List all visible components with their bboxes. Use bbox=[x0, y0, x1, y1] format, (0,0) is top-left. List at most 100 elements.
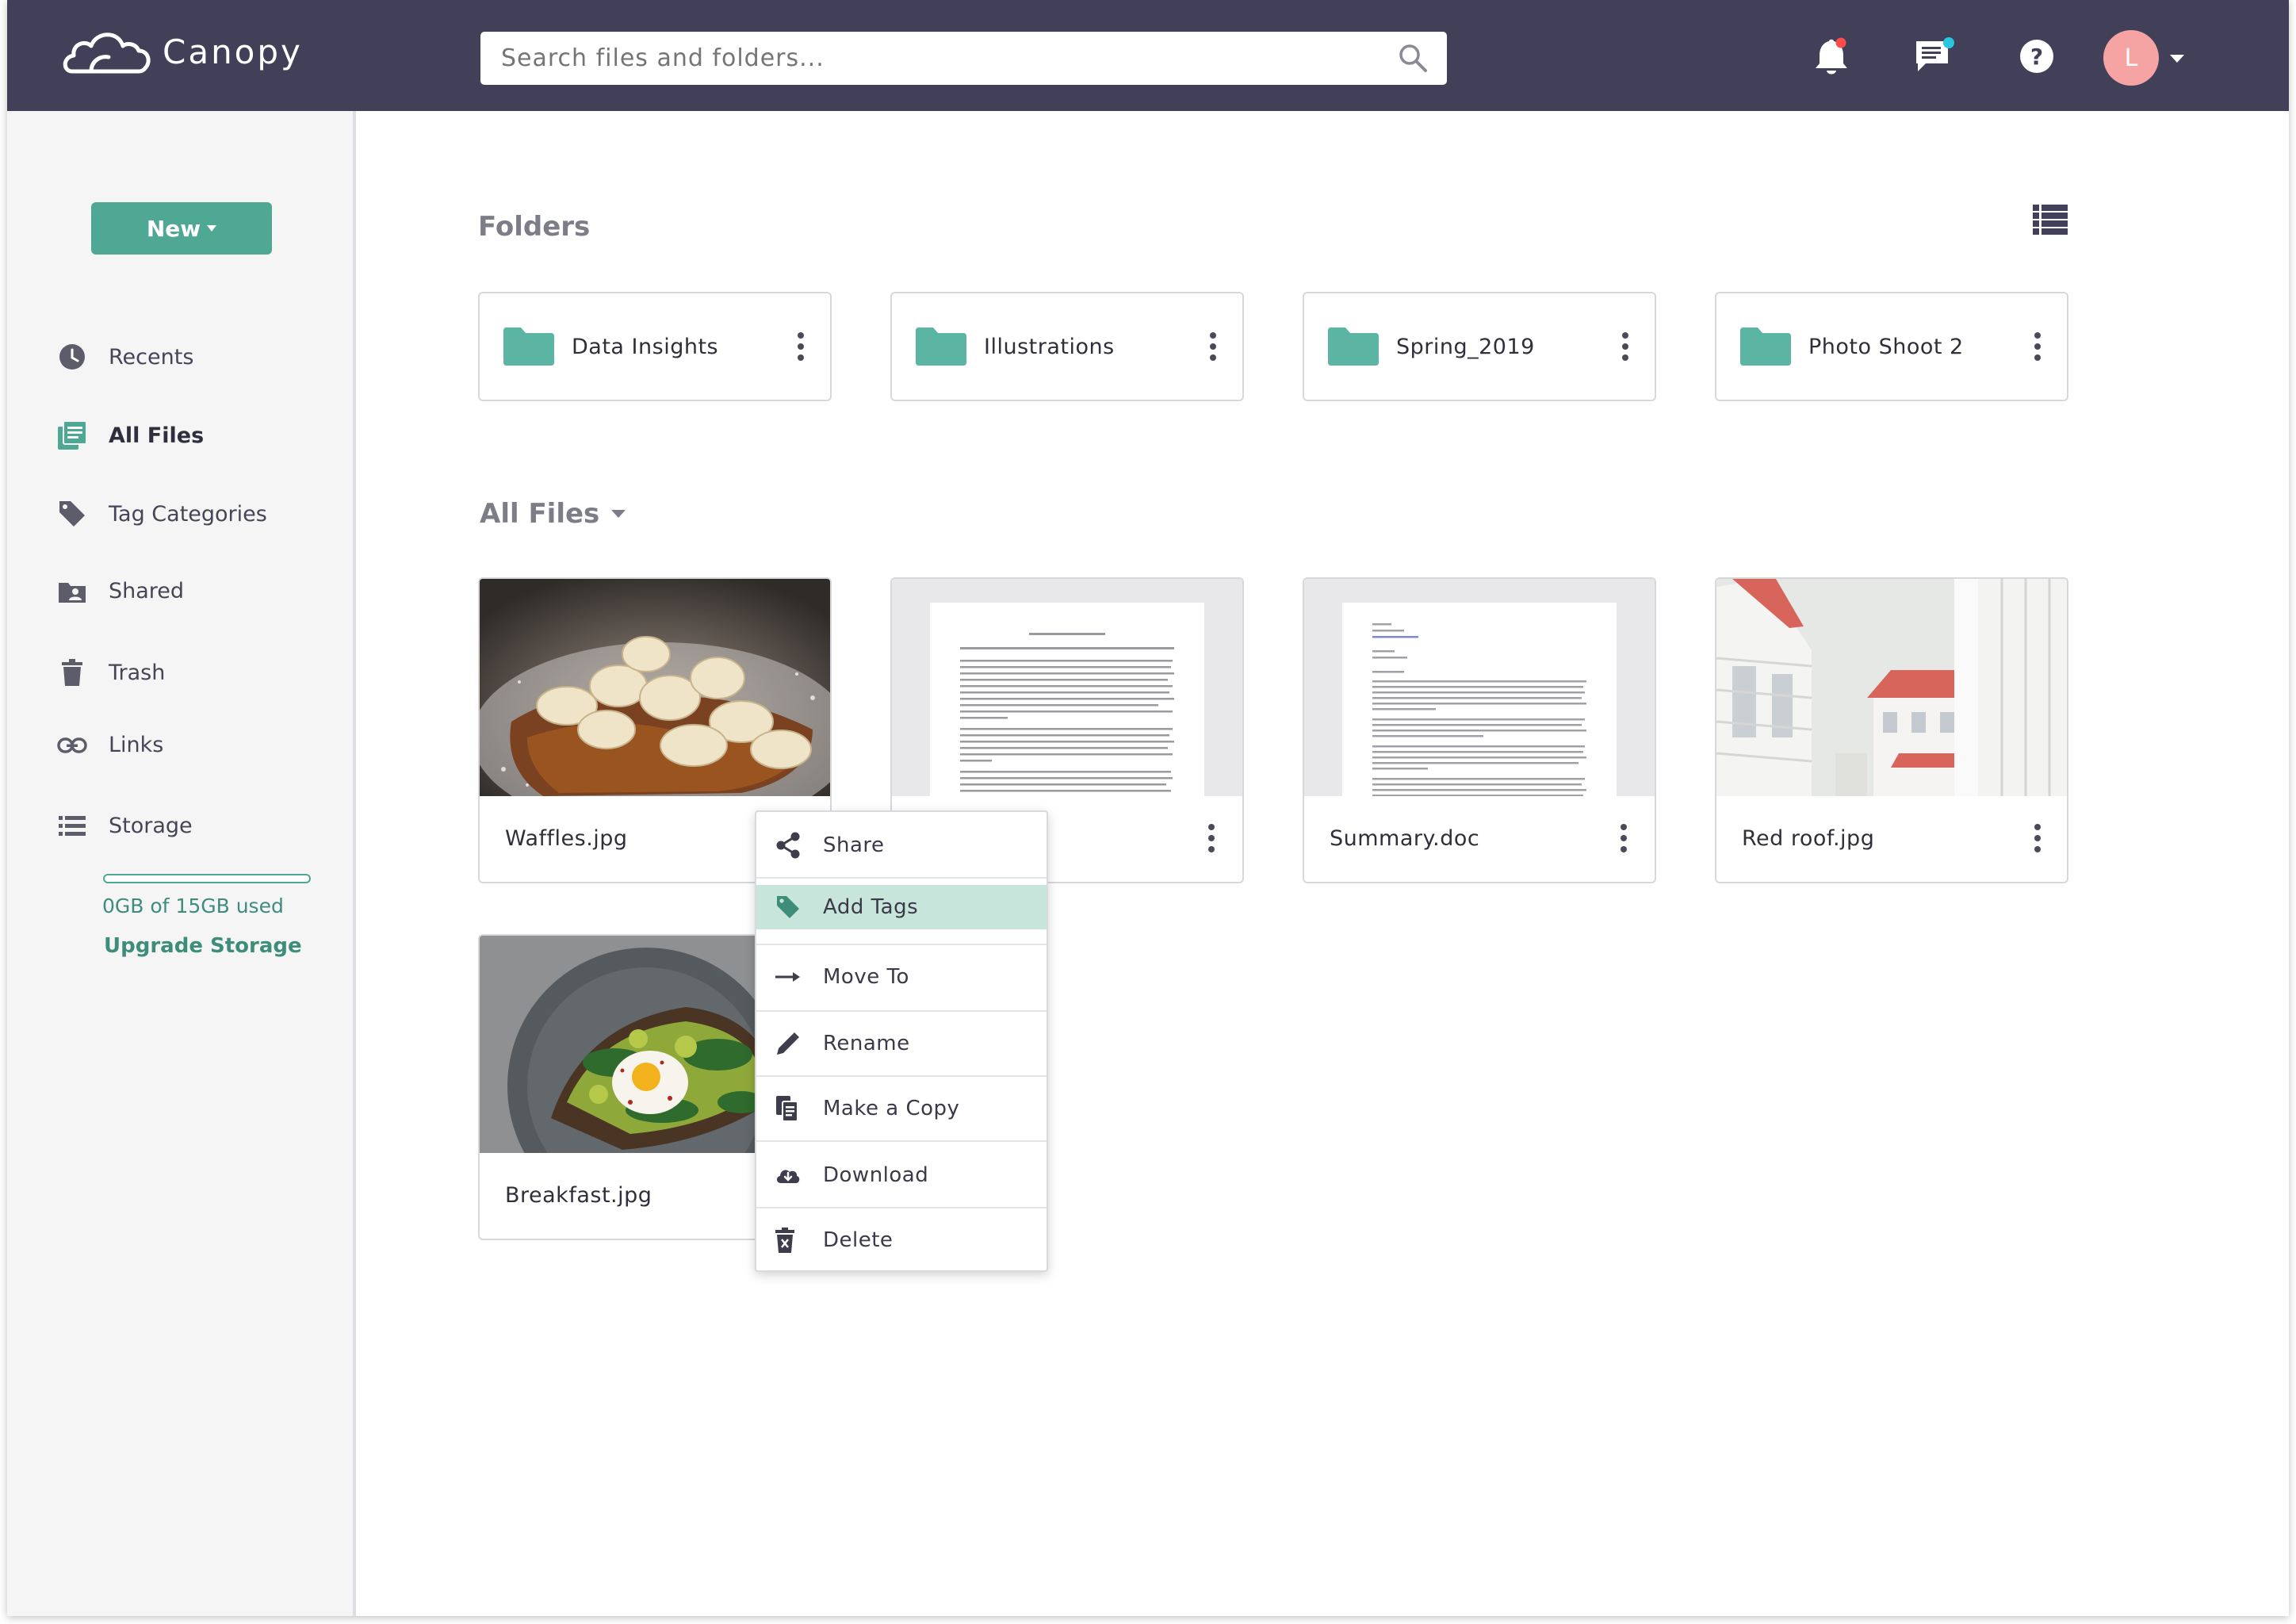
folder-card[interactable]: Photo Shoot 2 bbox=[1715, 292, 2068, 401]
sidebar-item-label: Links bbox=[109, 733, 164, 757]
folder-icon bbox=[1328, 327, 1379, 366]
file-name: Summary.doc bbox=[1330, 826, 1480, 851]
chat-icon[interactable] bbox=[1913, 36, 1956, 76]
folder-name: Data Insights bbox=[572, 334, 719, 359]
more-options-icon[interactable] bbox=[1613, 327, 1637, 366]
more-options-icon[interactable] bbox=[1612, 818, 1636, 858]
search-icon[interactable] bbox=[1398, 43, 1428, 73]
folders-heading: Folders bbox=[478, 211, 591, 243]
sidebar-item-label: Trash bbox=[109, 660, 166, 685]
file-thumbnail bbox=[1304, 579, 1655, 796]
file-name: Red roof.jpg bbox=[1742, 826, 1875, 851]
file-card[interactable]: Summary.doc bbox=[1303, 577, 1656, 883]
delete-icon bbox=[775, 1228, 794, 1253]
file-card[interactable]: Red roof.jpg bbox=[1715, 577, 2068, 883]
sidebar-item-tag-categories[interactable]: Tag Categories bbox=[56, 500, 267, 528]
menu-item-download[interactable]: Download bbox=[756, 1143, 1047, 1207]
menu-item-move-to[interactable]: Move To bbox=[756, 945, 1047, 1009]
waffles-photo bbox=[480, 579, 830, 796]
menu-item-add-tags[interactable]: Add Tags bbox=[756, 885, 1047, 929]
sidebar-item-label: Storage bbox=[109, 814, 193, 838]
file-thumbnail bbox=[892, 579, 1242, 796]
red-roof-photo bbox=[1716, 579, 2067, 796]
sidebar-item-all-files[interactable]: All Files bbox=[56, 420, 204, 450]
more-options-icon[interactable] bbox=[1201, 327, 1225, 366]
pencil-icon bbox=[777, 1032, 799, 1055]
document-preview bbox=[930, 603, 1204, 796]
folder-icon bbox=[916, 327, 966, 366]
menu-item-delete[interactable]: Delete bbox=[756, 1208, 1047, 1272]
folder-icon bbox=[1740, 327, 1791, 366]
file-thumbnail bbox=[1716, 579, 2067, 796]
menu-item-label: Share bbox=[823, 833, 885, 857]
all-files-heading: All Files bbox=[480, 498, 600, 530]
file-thumbnail bbox=[480, 579, 830, 796]
folder-name: Photo Shoot 2 bbox=[1808, 334, 1964, 359]
file-name: Waffles.jpg bbox=[505, 826, 628, 851]
caret-down-icon[interactable] bbox=[2169, 54, 2185, 63]
storage-icon bbox=[59, 815, 86, 836]
document-text-lines bbox=[960, 633, 1174, 792]
all-files-sort-dropdown[interactable]: All Files bbox=[480, 498, 626, 530]
bell-icon[interactable] bbox=[1813, 36, 1850, 78]
link-icon bbox=[57, 737, 87, 753]
menu-item-label: Add Tags bbox=[823, 895, 919, 919]
menu-item-label: Delete bbox=[823, 1228, 894, 1252]
menu-item-make-a-copy[interactable]: Make a Copy bbox=[756, 1077, 1047, 1140]
help-icon[interactable]: ? bbox=[2019, 38, 2055, 75]
files-icon bbox=[58, 420, 87, 450]
svg-text:?: ? bbox=[2030, 44, 2043, 70]
sidebar-item-trash[interactable]: Trash bbox=[56, 659, 165, 686]
sidebar-item-label: All Files bbox=[109, 423, 205, 448]
more-options-icon[interactable] bbox=[789, 327, 813, 366]
sidebar: New Recents All Files Tag Categories Sha… bbox=[7, 111, 356, 1616]
trash-icon bbox=[62, 659, 82, 686]
top-bar: Canopy ? L bbox=[7, 0, 2289, 111]
caret-down-icon bbox=[611, 510, 626, 518]
menu-item-rename[interactable]: Rename bbox=[756, 1012, 1047, 1075]
app-window: Canopy ? L bbox=[7, 0, 2289, 1616]
cloud-download-icon bbox=[776, 1170, 800, 1183]
menu-item-label: Rename bbox=[823, 1032, 910, 1055]
document-text-lines bbox=[1372, 623, 1586, 796]
sidebar-item-storage[interactable]: Storage bbox=[56, 814, 193, 838]
document-preview bbox=[1342, 603, 1617, 796]
more-options-icon[interactable] bbox=[2026, 327, 2049, 366]
app-name: Canopy bbox=[163, 32, 303, 71]
sidebar-item-recents[interactable]: Recents bbox=[56, 343, 193, 370]
folder-icon bbox=[503, 327, 554, 366]
share-icon bbox=[776, 832, 800, 859]
sidebar-item-links[interactable]: Links bbox=[56, 733, 163, 757]
clock-icon bbox=[59, 344, 85, 370]
sidebar-item-label: Recents bbox=[109, 344, 194, 370]
new-button[interactable]: New bbox=[91, 202, 272, 255]
more-options-icon[interactable] bbox=[2026, 818, 2049, 858]
shared-folder-icon bbox=[59, 582, 86, 603]
folder-card[interactable]: Data Insights bbox=[478, 292, 832, 401]
search-input[interactable] bbox=[480, 32, 1447, 85]
menu-item-share[interactable]: Share bbox=[756, 814, 1047, 877]
folder-name: Spring_2019 bbox=[1396, 334, 1535, 359]
menu-item-label: Move To bbox=[823, 965, 909, 989]
more-options-icon[interactable] bbox=[1200, 818, 1223, 858]
tag-icon bbox=[59, 501, 85, 527]
upgrade-storage-link[interactable]: Upgrade Storage bbox=[104, 934, 302, 958]
copy-icon bbox=[776, 1096, 798, 1122]
folder-name: Illustrations bbox=[984, 334, 1115, 359]
sidebar-item-label: Tag Categories bbox=[109, 501, 267, 527]
menu-item-label: Download bbox=[823, 1163, 929, 1187]
menu-item-label: Make a Copy bbox=[823, 1097, 960, 1120]
sidebar-item-shared[interactable]: Shared bbox=[56, 579, 184, 603]
file-name: Breakfast.jpg bbox=[505, 1183, 652, 1208]
avatar[interactable]: L bbox=[2103, 30, 2159, 86]
menu-divider bbox=[756, 877, 1047, 879]
folder-card[interactable]: Illustrations bbox=[890, 292, 1244, 401]
folder-card[interactable]: Spring_2019 bbox=[1303, 292, 1656, 401]
storage-used-text: 0GB of 15GB used bbox=[102, 894, 284, 917]
app-logo[interactable]: Canopy bbox=[61, 27, 303, 76]
search-bar bbox=[480, 32, 1447, 85]
list-view-icon[interactable] bbox=[2033, 205, 2068, 235]
new-button-label: New bbox=[146, 215, 201, 242]
tag-icon bbox=[777, 896, 799, 918]
caret-down-icon bbox=[207, 225, 217, 232]
